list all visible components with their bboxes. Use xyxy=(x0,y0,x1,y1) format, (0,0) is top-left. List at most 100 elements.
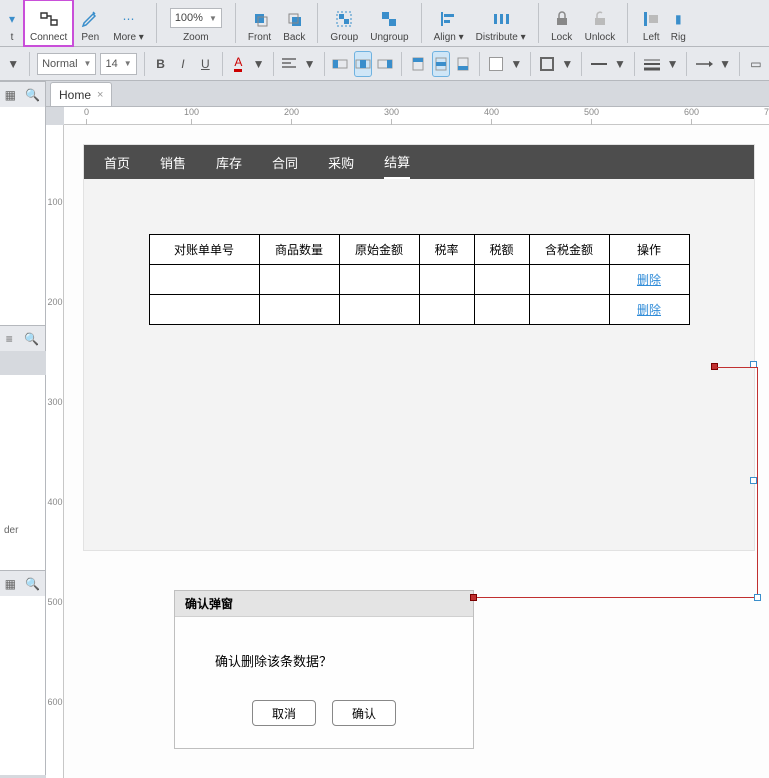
library-mid: ≡ 🔍 xyxy=(0,325,46,351)
nav-contract[interactable]: 合同 xyxy=(272,147,298,178)
resize-handle[interactable] xyxy=(750,477,757,484)
pen-icon xyxy=(79,8,101,30)
table-row: 删除 xyxy=(149,265,689,295)
text-color-btn[interactable]: A xyxy=(229,51,247,77)
zoom-control[interactable]: 100%▼ Zoom xyxy=(163,0,229,46)
delete-link[interactable]: 删除 xyxy=(637,303,661,317)
text-color-caret[interactable]: ▼ xyxy=(252,51,266,77)
line-weight[interactable] xyxy=(642,51,662,77)
connect-icon xyxy=(38,8,60,30)
distribute-menu[interactable]: Distribute ▾ xyxy=(470,0,532,46)
valign-bottom[interactable] xyxy=(454,51,472,77)
more-tool[interactable]: ⋯ More ▾ xyxy=(107,0,150,46)
front-icon xyxy=(249,8,271,30)
valign-top[interactable] xyxy=(409,51,427,77)
tool-label: t xyxy=(11,32,14,43)
close-icon[interactable]: × xyxy=(97,89,103,101)
library-header: ▦ 🔍 xyxy=(0,81,46,107)
style-dropdown-left[interactable]: ▼ xyxy=(4,51,22,77)
document-tabs: Home × xyxy=(46,81,769,107)
align-menu[interactable]: Align ▾ xyxy=(428,0,470,46)
connect-tool[interactable]: Connect xyxy=(24,0,73,46)
tab-home[interactable]: Home × xyxy=(50,82,112,106)
line-style[interactable] xyxy=(589,51,609,77)
tool-prev[interactable]: ▾ t xyxy=(0,0,24,46)
dialog-footer: 取消 确认 xyxy=(175,684,473,748)
extra-style[interactable]: ▭ xyxy=(747,51,765,77)
distribute-icon xyxy=(490,8,512,30)
nav-stock[interactable]: 库存 xyxy=(216,147,242,178)
pen-tool[interactable]: Pen xyxy=(73,0,107,46)
search3-icon[interactable]: 🔍 xyxy=(25,577,40,591)
ungroup-icon xyxy=(378,8,400,30)
connector-line[interactable] xyxy=(714,367,757,368)
fill-caret[interactable]: ▼ xyxy=(509,51,523,77)
align-left-icon xyxy=(640,8,662,30)
align-right-btn[interactable]: ▮ Rig xyxy=(668,0,688,46)
send-back[interactable]: Back xyxy=(277,0,311,46)
lock-btn[interactable]: Lock xyxy=(545,0,579,46)
outline-footer: ▦ 🔍 xyxy=(0,570,46,596)
align-icon xyxy=(438,8,460,30)
unlock-icon xyxy=(589,8,611,30)
fill-color[interactable] xyxy=(487,51,505,77)
line-caret[interactable]: ▼ xyxy=(613,51,627,77)
nav-home[interactable]: 首页 xyxy=(104,147,130,178)
align-left-text[interactable] xyxy=(280,51,298,77)
format-toolbar: ▼ Normal▼ 14▼ B I U A ▼ ▼ ▼ ▼ ▼ xyxy=(0,47,769,81)
menu-icon[interactable]: ≡ xyxy=(6,332,13,346)
ribbon-toolbar: ▾ t Connect Pen ⋯ More ▾ 100%▼ Zoom Fron… xyxy=(0,0,769,47)
align-right-icon: ▮ xyxy=(667,8,689,30)
data-table: 对账单单号 商品数量 原始金额 税率 税额 含税金额 操作 删除 删除 xyxy=(149,234,690,325)
italic-btn[interactable]: I xyxy=(174,51,192,77)
lock-icon xyxy=(551,8,573,30)
back-icon xyxy=(283,8,305,30)
connector-line[interactable] xyxy=(474,597,757,598)
underline-btn[interactable]: U xyxy=(196,51,214,77)
connector-midpoint[interactable] xyxy=(754,594,761,601)
add2-icon[interactable]: ▦ xyxy=(5,577,16,591)
font-style-select[interactable]: Normal▼ xyxy=(37,53,96,75)
bring-front[interactable]: Front xyxy=(242,0,277,46)
valign-middle[interactable] xyxy=(432,51,450,77)
page-prototype[interactable]: 首页 销售 库存 合同 采购 结算 对账单单号 商品数量 原始金额 税率 税额 … xyxy=(84,145,754,550)
library-panel xyxy=(0,81,46,349)
bold-btn[interactable]: B xyxy=(151,51,169,77)
connector-line[interactable] xyxy=(757,367,758,597)
arrow-style[interactable] xyxy=(694,51,714,77)
group-btn[interactable]: Group xyxy=(324,0,364,46)
outline-item[interactable]: der xyxy=(4,525,18,536)
font-size-select[interactable]: 14▼ xyxy=(100,53,136,75)
nav-sales[interactable]: 销售 xyxy=(160,147,186,178)
tool-icon: ▾ xyxy=(1,8,23,30)
halign-left[interactable] xyxy=(331,51,349,77)
align-left-btn[interactable]: Left xyxy=(634,0,668,46)
border-caret[interactable]: ▼ xyxy=(560,51,574,77)
unlock-btn[interactable]: Unlock xyxy=(579,0,622,46)
table-row: 删除 xyxy=(149,295,689,325)
nav-purchase[interactable]: 采购 xyxy=(328,147,354,178)
dialog-title: 确认弹窗 xyxy=(175,591,473,617)
ok-button[interactable]: 确认 xyxy=(332,700,396,726)
nav-settle[interactable]: 结算 xyxy=(384,146,410,179)
ungroup-btn[interactable]: Ungroup xyxy=(364,0,414,46)
halign-center[interactable] xyxy=(354,51,372,77)
cancel-button[interactable]: 取消 xyxy=(252,700,316,726)
design-canvas[interactable]: 首页 销售 库存 合同 采购 结算 对账单单号 商品数量 原始金额 税率 税额 … xyxy=(64,125,769,778)
group-icon xyxy=(333,8,355,30)
proto-navbar: 首页 销售 库存 合同 采购 结算 xyxy=(84,145,754,179)
connector-endpoint[interactable] xyxy=(470,594,477,601)
table-header-row: 对账单单号 商品数量 原始金额 税率 税额 含税金额 操作 xyxy=(149,235,689,265)
more-icon: ⋯ xyxy=(118,8,140,30)
confirm-dialog[interactable]: 确认弹窗 确认删除该条数据？ 取消 确认 xyxy=(174,590,474,749)
align-text-caret[interactable]: ▼ xyxy=(303,51,317,77)
add-icon[interactable]: ▦ xyxy=(5,88,16,102)
halign-right[interactable] xyxy=(376,51,394,77)
horizontal-ruler: 0 100 200 300 400 500 600 700 xyxy=(64,107,769,125)
dialog-message: 确认删除该条数据？ xyxy=(175,617,473,684)
search-icon[interactable]: 🔍 xyxy=(25,88,40,102)
delete-link[interactable]: 删除 xyxy=(637,273,661,287)
search2-icon[interactable]: 🔍 xyxy=(24,332,39,346)
border-color[interactable] xyxy=(538,51,556,77)
separator xyxy=(156,3,157,43)
